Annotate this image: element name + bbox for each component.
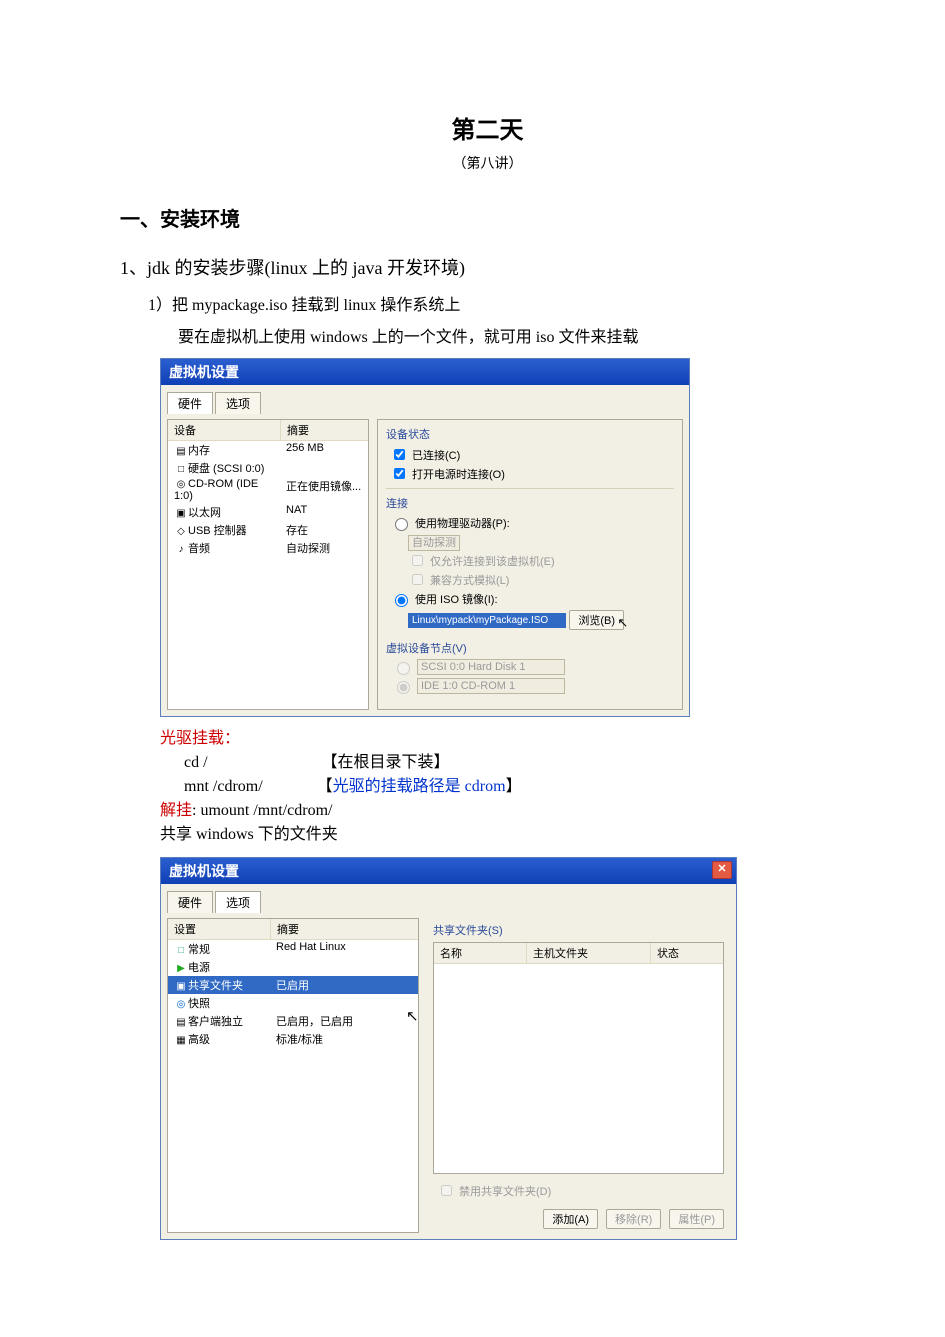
harddisk-icon: □ xyxy=(174,464,188,475)
dialog-title: 虚拟机设置 xyxy=(169,364,239,380)
umount-command: : umount /mnt/cdrom/ xyxy=(192,802,332,819)
mnt-command: mnt /cdrom/ xyxy=(184,778,267,795)
guest-isolation-icon: ▤ xyxy=(174,1017,188,1028)
section-heading-1: 一、安装环境 xyxy=(120,203,855,232)
dialog2-tabs: 硬件 选项 xyxy=(161,884,736,912)
option-row-power[interactable]: ▶电源 xyxy=(168,958,418,976)
radio-scsi-node: SCSI 0:0 Hard Disk 1 xyxy=(392,659,674,675)
group-shared-folders: 共享文件夹(S) xyxy=(433,922,724,938)
doc-subtitle: （第八讲） xyxy=(120,153,855,173)
section-heading-2: 1、jdk 的安装步骤(linux 上的 java 开发环境) xyxy=(120,254,855,280)
tab-options[interactable]: 选项 xyxy=(215,392,261,414)
remove-folder-button: 移除(R) xyxy=(606,1209,661,1229)
options-list-header: 设置 摘要 xyxy=(168,919,418,940)
shared-folders-header: 名称 主机文件夹 状态 xyxy=(434,943,723,964)
folder-properties-button: 属性(P) xyxy=(669,1209,724,1229)
close-icon[interactable]: ✕ xyxy=(712,861,732,879)
shared-folders-icon: ▣ xyxy=(174,981,188,992)
option-row-snapshots[interactable]: ◎快照 xyxy=(168,994,418,1012)
mount-commands: 光驱挂载： cd / 【在根目录下装】 mnt /cdrom/ 【光驱的挂载路径… xyxy=(160,727,855,847)
checkbox-connected[interactable]: 已连接(C) xyxy=(390,446,674,463)
dialog-tabs: 硬件 选项 xyxy=(161,385,689,413)
device-row-audio[interactable]: ♪音频 自动探测 xyxy=(168,539,368,557)
power-icon: ▶ xyxy=(174,963,188,974)
option-row-guest-isolation[interactable]: ▤客户端独立 已启用，已启用 xyxy=(168,1012,418,1030)
device-list-panel: 设备 摘要 ▤内存 256 MB □硬盘 (SCSI 0:0) ◎CD-ROM … xyxy=(167,419,369,710)
cd-note: 【在根目录下装】 xyxy=(322,754,450,771)
radio-physical-drive[interactable]: 使用物理驱动器(P): xyxy=(390,515,674,531)
checkbox-legacy-emulation: 兼容方式模拟(L) xyxy=(408,571,674,588)
col-summary-2: 摘要 xyxy=(271,919,418,939)
audio-icon: ♪ xyxy=(174,544,188,555)
device-row-usb[interactable]: ◇USB 控制器 存在 xyxy=(168,521,368,539)
mnt-note: 【光驱的挂载路径是 cdrom】 xyxy=(317,778,522,795)
cursor-icon: ↖ xyxy=(617,615,628,630)
radio-ide-node: IDE 1:0 CD-ROM 1 xyxy=(392,678,674,694)
option-row-general[interactable]: □常规 Red Hat Linux xyxy=(168,940,418,958)
dialog-titlebar[interactable]: 虚拟机设置 xyxy=(161,359,689,385)
dialog2-title: 虚拟机设置 xyxy=(169,863,239,879)
checkbox-connect-at-poweron[interactable]: 打开电源时连接(O) xyxy=(390,465,674,482)
options-list-panel: 设置 摘要 □常规 Red Hat Linux ▶电源 ▣共享文件夹 已启用 ◎… xyxy=(167,918,419,1233)
checkbox-disable-shared-folders: 禁用共享文件夹(D) xyxy=(437,1182,724,1199)
vmware-settings-dialog-options: 虚拟机设置 ✕ 硬件 选项 设置 摘要 □常规 Red Hat Linux ▶电… xyxy=(160,857,737,1240)
separator xyxy=(386,488,674,489)
add-folder-button[interactable]: 添加(A) xyxy=(543,1209,598,1229)
vmware-settings-dialog-hardware: 虚拟机设置 硬件 选项 设备 摘要 ▤内存 256 MB □硬盘 (SCSI 0… xyxy=(160,358,690,717)
physical-drive-dropdown-wrap: 自动探测 xyxy=(408,534,674,550)
device-row-memory[interactable]: ▤内存 256 MB xyxy=(168,441,368,459)
col-host-folder: 主机文件夹 xyxy=(527,943,651,963)
share-windows-line: 共享 windows 下的文件夹 xyxy=(160,826,338,843)
physical-drive-dropdown[interactable]: 自动探测 xyxy=(408,535,460,551)
col-folder-name: 名称 xyxy=(434,943,527,963)
group-connection: 连接 xyxy=(386,495,674,511)
document-page: 第二天 （第八讲） 一、安装环境 1、jdk 的安装步骤(linux 上的 ja… xyxy=(0,0,945,1337)
snapshot-icon: ◎ xyxy=(174,999,188,1010)
col-device: 设备 xyxy=(168,420,281,440)
option-row-advanced[interactable]: ▦高级 标准/标准 xyxy=(168,1030,418,1048)
device-row-ethernet[interactable]: ▣以太网 NAT xyxy=(168,503,368,521)
cdrom-icon: ◎ xyxy=(174,479,188,490)
tab-hardware-2[interactable]: 硬件 xyxy=(167,891,213,913)
radio-use-iso[interactable]: 使用 ISO 镜像(I): xyxy=(390,591,674,607)
dialog2-titlebar[interactable]: 虚拟机设置 ✕ xyxy=(161,858,736,884)
group-device-node: 虚拟设备节点(V) xyxy=(386,640,674,656)
shared-folders-buttons: 添加(A) 移除(R) 属性(P) xyxy=(433,1209,724,1229)
shared-folders-panel: 共享文件夹(S) 名称 主机文件夹 状态 禁用共享文件夹(D) 添加(A) 移除… xyxy=(427,918,730,1233)
option-row-shared-folders[interactable]: ▣共享文件夹 已启用 xyxy=(168,976,418,994)
tab-hardware[interactable]: 硬件 xyxy=(167,392,213,414)
device-list-header: 设备 摘要 xyxy=(168,420,368,441)
browse-button[interactable]: 浏览(B) xyxy=(569,610,624,630)
cd-command: cd / xyxy=(184,754,212,771)
iso-path-row: Linux\mypack\myPackage.ISO 浏览(B) ↖ xyxy=(408,610,674,630)
mount-label: 光驱挂载： xyxy=(160,730,240,747)
col-setting: 设置 xyxy=(168,919,271,939)
usb-icon: ◇ xyxy=(174,526,188,537)
shared-folders-list[interactable]: 名称 主机文件夹 状态 xyxy=(433,942,724,1174)
dialog-body: 设备 摘要 ▤内存 256 MB □硬盘 (SCSI 0:0) ◎CD-ROM … xyxy=(161,413,689,716)
checkbox-connect-exclusive: 仅允许连接到该虚拟机(E) xyxy=(408,552,674,569)
group-device-status: 设备状态 xyxy=(386,426,674,442)
device-row-cdrom[interactable]: ◎CD-ROM (IDE 1:0) 正在使用镜像... xyxy=(168,477,368,503)
iso-path-field[interactable]: Linux\mypack\myPackage.ISO xyxy=(408,613,566,628)
memory-icon: ▤ xyxy=(174,446,188,457)
step1-line2: 要在虚拟机上使用 windows 上的一个文件，就可用 iso 文件来挂载 xyxy=(178,326,855,350)
tab-options-2[interactable]: 选项 xyxy=(215,891,261,913)
device-row-harddisk[interactable]: □硬盘 (SCSI 0:0) xyxy=(168,459,368,477)
ethernet-icon: ▣ xyxy=(174,508,188,519)
dialog2-body: 设置 摘要 □常规 Red Hat Linux ▶电源 ▣共享文件夹 已启用 ◎… xyxy=(161,912,736,1239)
doc-title: 第二天 xyxy=(120,110,855,145)
step1-line1: 1）把 mypackage.iso 挂载到 linux 操作系统上 xyxy=(148,294,855,318)
umount-label: 解挂 xyxy=(160,802,192,819)
device-settings-panel: 设备状态 已连接(C) 打开电源时连接(O) 连接 使用物理驱动器(P): 自动… xyxy=(377,419,683,710)
general-icon: □ xyxy=(174,945,188,956)
col-summary: 摘要 xyxy=(281,420,368,440)
col-folder-state: 状态 xyxy=(651,943,723,963)
advanced-icon: ▦ xyxy=(174,1035,188,1046)
